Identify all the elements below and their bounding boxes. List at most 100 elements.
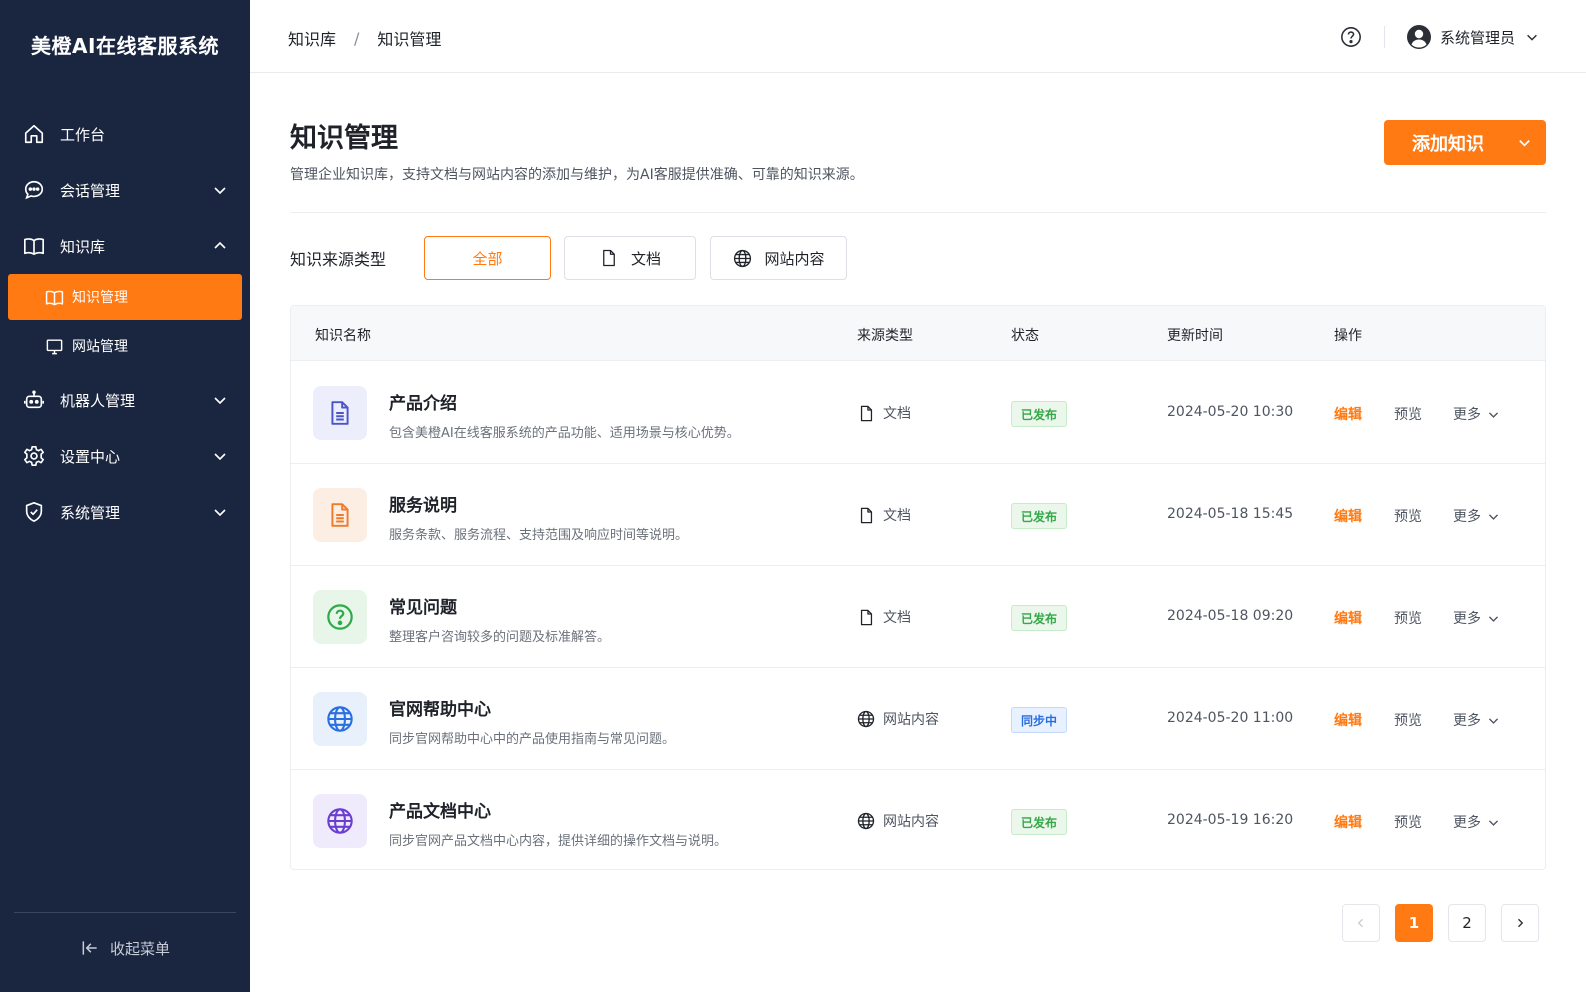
robot-icon	[22, 388, 46, 412]
preview-button[interactable]: 预览	[1394, 608, 1422, 628]
book-icon	[44, 287, 64, 307]
sidebar: 美橙AI在线客服系统 工作台 会话管理 知识库 知识管理 网站管理 机器人管理 …	[0, 0, 250, 992]
pagination-page-2[interactable]: 2	[1448, 904, 1486, 942]
sidebar-item-robots[interactable]: 机器人管理	[0, 372, 250, 428]
row-title[interactable]: 产品介绍	[389, 389, 457, 414]
shield-icon	[22, 500, 46, 524]
more-label: 更多	[1453, 713, 1481, 729]
chevron-up-icon	[212, 238, 228, 254]
status-badge: 已发布	[1011, 503, 1068, 529]
add-knowledge-label: 添加知识	[1412, 133, 1484, 155]
help-icon[interactable]	[1340, 26, 1362, 48]
sidebar-item-knowledge[interactable]: 知识库	[0, 218, 250, 274]
chevron-down-icon	[1487, 714, 1500, 727]
row-title[interactable]: 常见问题	[389, 593, 457, 618]
edit-button[interactable]: 编辑	[1334, 710, 1362, 730]
sidebar-item-system[interactable]: 系统管理	[0, 484, 250, 540]
chevron-down-icon	[1525, 30, 1539, 44]
file-icon	[857, 608, 875, 626]
status-badge: 同步中	[1011, 707, 1068, 733]
sidebar-item-sessions[interactable]: 会话管理	[0, 162, 250, 218]
table-row: 常见问题 整理客户咨询较多的问题及标准解答。 文档 已发布 2024-05-18…	[291, 566, 1545, 668]
filter-all-button[interactable]: 全部	[424, 236, 551, 280]
chevron-down-icon	[212, 392, 228, 408]
add-knowledge-button[interactable]: 添加知识	[1384, 120, 1546, 165]
sidebar-subitem-site-manage[interactable]: 网站管理	[8, 323, 242, 369]
sidebar-nav: 工作台 会话管理 知识库 知识管理 网站管理 机器人管理 设置中心 系统管理	[0, 106, 250, 540]
sidebar-item-workbench[interactable]: 工作台	[0, 106, 250, 162]
status-badge: 已发布	[1011, 809, 1068, 835]
filter-label: 知识来源类型	[290, 250, 387, 269]
column-header-name: 知识名称	[315, 328, 371, 344]
preview-button[interactable]: 预览	[1394, 812, 1422, 832]
column-header-type: 来源类型	[857, 328, 913, 344]
chevron-down-icon	[212, 448, 228, 464]
column-header-actions: 操作	[1334, 328, 1362, 344]
column-header-status: 状态	[1011, 328, 1039, 344]
row-updated-time: 2024-05-18 09:20	[1167, 608, 1294, 624]
sidebar-item-label: 机器人管理	[60, 391, 136, 410]
book-icon	[22, 234, 46, 258]
row-source-type-label: 文档	[883, 508, 911, 524]
brand-title: 美橙AI在线客服系统	[31, 34, 219, 58]
sidebar-subitem-knowledge-manage[interactable]: 知识管理	[8, 274, 242, 320]
chevron-down-icon	[1487, 408, 1500, 421]
chevron-down-icon	[1487, 612, 1500, 625]
more-button[interactable]: 更多	[1453, 506, 1500, 526]
sidebar-item-settings[interactable]: 设置中心	[0, 428, 250, 484]
collapse-menu-button[interactable]: 收起菜单	[0, 928, 250, 968]
filter-document-button[interactable]: 文档	[564, 236, 696, 280]
more-label: 更多	[1453, 509, 1481, 525]
row-updated-time: 2024-05-20 11:00	[1167, 710, 1294, 726]
breadcrumb-item-current: 知识管理	[377, 30, 442, 49]
row-source-type-label: 文档	[883, 406, 911, 422]
chevron-down-icon	[212, 504, 228, 520]
sidebar-item-label: 会话管理	[60, 181, 121, 200]
globe-icon	[857, 710, 875, 728]
pagination-next-button[interactable]	[1501, 904, 1539, 942]
chevron-down-icon	[212, 182, 228, 198]
table-row: 产品文档中心 同步官网产品文档中心内容，提供详细的操作文档与说明。 网站内容 已…	[291, 770, 1545, 869]
pagination-page-1[interactable]: 1	[1395, 904, 1433, 942]
file-icon	[857, 404, 875, 422]
user-menu[interactable]: 系统管理员	[1406, 24, 1539, 50]
sidebar-item-label: 设置中心	[60, 447, 121, 466]
row-source-type: 文档	[857, 607, 911, 627]
collapse-menu-label: 收起菜单	[109, 939, 170, 958]
file-icon	[599, 248, 619, 268]
globe-icon	[732, 248, 752, 268]
edit-button[interactable]: 编辑	[1334, 506, 1362, 526]
more-button[interactable]: 更多	[1453, 404, 1500, 424]
monitor-icon	[44, 336, 64, 356]
preview-button[interactable]: 预览	[1394, 506, 1422, 526]
more-label: 更多	[1453, 611, 1481, 627]
collapse-icon	[80, 938, 100, 958]
edit-button[interactable]: 编辑	[1334, 608, 1362, 628]
table-row: 服务说明 服务条款、服务流程、支持范围及响应时间等说明。 文档 已发布 2024…	[291, 464, 1545, 566]
edit-button[interactable]: 编辑	[1334, 812, 1362, 832]
more-button[interactable]: 更多	[1453, 812, 1500, 832]
row-title[interactable]: 服务说明	[389, 491, 457, 516]
edit-button[interactable]: 编辑	[1334, 404, 1362, 424]
preview-button[interactable]: 预览	[1394, 404, 1422, 424]
chevron-down-icon	[1517, 135, 1532, 150]
row-source-type: 文档	[857, 505, 911, 525]
preview-button[interactable]: 预览	[1394, 710, 1422, 730]
more-button[interactable]: 更多	[1453, 608, 1500, 628]
more-button[interactable]: 更多	[1453, 710, 1500, 730]
user-avatar-icon	[1406, 24, 1432, 50]
filter-website-button[interactable]: 网站内容	[710, 236, 847, 280]
knowledge-table: 知识名称 来源类型 状态 更新时间 操作 产品介绍 包含美橙AI在线客服系统的产…	[290, 305, 1546, 870]
gear-icon	[22, 444, 46, 468]
more-label: 更多	[1453, 815, 1481, 831]
row-title[interactable]: 产品文档中心	[389, 797, 491, 822]
page-title: 知识管理	[290, 123, 398, 154]
home-icon	[22, 122, 46, 146]
sidebar-item-label: 知识库	[60, 237, 106, 256]
breadcrumb-item-knowledge[interactable]: 知识库	[288, 26, 336, 50]
pagination-prev-button[interactable]	[1342, 904, 1380, 942]
row-title[interactable]: 官网帮助中心	[389, 695, 491, 720]
table-row: 产品介绍 包含美橙AI在线客服系统的产品功能、适用场景与核心优势。 文档 已发布…	[291, 362, 1545, 464]
row-description: 包含美橙AI在线客服系统的产品功能、适用场景与核心优势。	[389, 426, 740, 441]
document-icon	[313, 386, 367, 440]
